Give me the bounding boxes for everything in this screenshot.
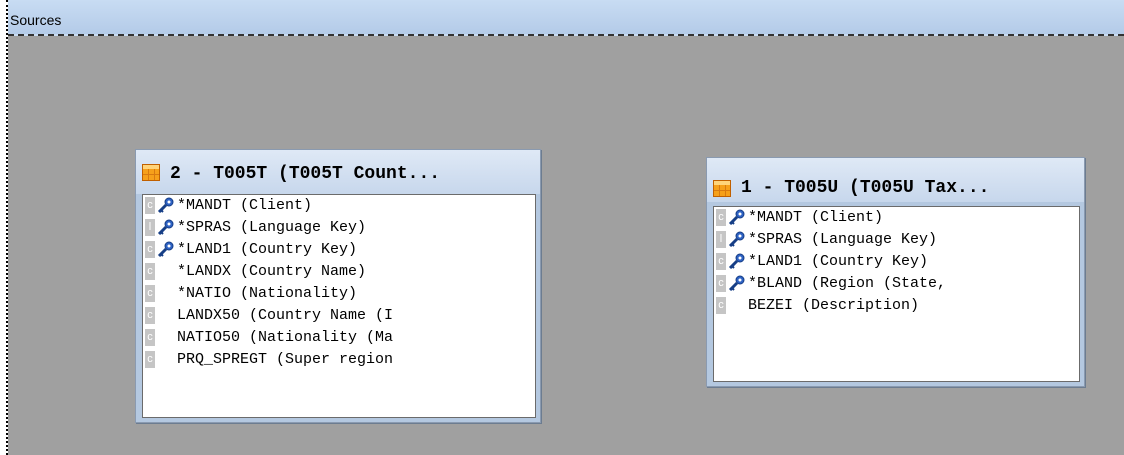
field-label: *LAND1 (Country Key) bbox=[177, 241, 358, 258]
column-type-marker: c bbox=[716, 297, 726, 314]
field-label: NATIO50 (Nationality (Ma bbox=[177, 329, 394, 346]
field-label: *NATIO (Nationality) bbox=[177, 285, 358, 302]
field-row[interactable]: c *BLAND (Region (State, bbox=[714, 273, 1079, 295]
column-type-marker: c bbox=[145, 307, 155, 324]
primary-key-icon bbox=[157, 241, 175, 258]
column-type-marker: c bbox=[145, 329, 155, 346]
primary-key-icon bbox=[157, 197, 175, 214]
field-row[interactable]: c *MANDT (Client) bbox=[143, 195, 535, 217]
table-title[interactable]: 1 - T005U (T005U Tax... bbox=[741, 178, 989, 198]
table-icon bbox=[142, 164, 160, 181]
primary-key-icon bbox=[728, 253, 746, 270]
field-label: LANDX50 (Country Name (I bbox=[177, 307, 394, 324]
primary-key-icon bbox=[728, 209, 746, 226]
field-row[interactable]: c NATIO50 (Nationality (Ma bbox=[143, 327, 535, 349]
field-label: *LANDX (Country Name) bbox=[177, 263, 367, 280]
field-row[interactable]: c LANDX50 (Country Name (I bbox=[143, 305, 535, 327]
field-row[interactable]: c *LANDX (Country Name) bbox=[143, 261, 535, 283]
field-label: *LAND1 (Country Key) bbox=[748, 253, 929, 270]
field-row[interactable]: c *LAND1 (Country Key) bbox=[143, 239, 535, 261]
primary-key-icon bbox=[157, 219, 175, 236]
sources-title: Sources bbox=[10, 12, 62, 28]
field-row[interactable]: c *LAND1 (Country Key) bbox=[714, 251, 1079, 273]
table-t005u[interactable]: 1 - T005U (T005U Tax... c *MANDT (Client)… bbox=[706, 157, 1085, 387]
primary-key-icon bbox=[728, 275, 746, 292]
column-type-marker: c bbox=[145, 197, 155, 214]
field-row[interactable]: l *SPRAS (Language Key) bbox=[143, 217, 535, 239]
column-type-marker: c bbox=[716, 275, 726, 292]
table-t005t[interactable]: 2 - T005T (T005T Count... c *MANDT (Clien… bbox=[135, 149, 541, 423]
column-type-marker: c bbox=[716, 209, 726, 226]
table-field-list[interactable]: c *MANDT (Client) l *SPRAS (Language Key) c *… bbox=[713, 206, 1080, 382]
table-field-list[interactable]: c *MANDT (Client) l *SPRAS (Language Key) c *… bbox=[142, 194, 536, 418]
table-title[interactable]: 2 - T005T (T005T Count... bbox=[170, 164, 440, 184]
field-row[interactable]: l *SPRAS (Language Key) bbox=[714, 229, 1079, 251]
column-type-marker: c bbox=[145, 351, 155, 368]
field-row[interactable]: c *NATIO (Nationality) bbox=[143, 283, 535, 305]
field-row[interactable]: c BEZEI (Description) bbox=[714, 295, 1079, 317]
field-label: *SPRAS (Language Key) bbox=[748, 231, 938, 248]
column-type-marker: c bbox=[145, 263, 155, 280]
primary-key-icon bbox=[728, 231, 746, 248]
field-label: *BLAND (Region (State, bbox=[748, 275, 947, 292]
column-type-marker: l bbox=[716, 231, 726, 248]
column-type-marker: c bbox=[716, 253, 726, 270]
column-type-marker: c bbox=[145, 241, 155, 258]
field-label: BEZEI (Description) bbox=[748, 297, 920, 314]
field-row[interactable]: c PRQ_SPREGT (Super region bbox=[143, 349, 535, 371]
field-label: *SPRAS (Language Key) bbox=[177, 219, 367, 236]
field-row[interactable]: c *MANDT (Client) bbox=[714, 207, 1079, 229]
column-type-marker: c bbox=[145, 285, 155, 302]
field-label: *MANDT (Client) bbox=[177, 197, 313, 214]
column-type-marker: l bbox=[145, 219, 155, 236]
canvas-left-border bbox=[0, 0, 8, 455]
sources-header: Sources bbox=[8, 0, 1124, 36]
field-label: PRQ_SPREGT (Super region bbox=[177, 351, 394, 368]
field-label: *MANDT (Client) bbox=[748, 209, 884, 226]
table-icon bbox=[713, 180, 731, 197]
